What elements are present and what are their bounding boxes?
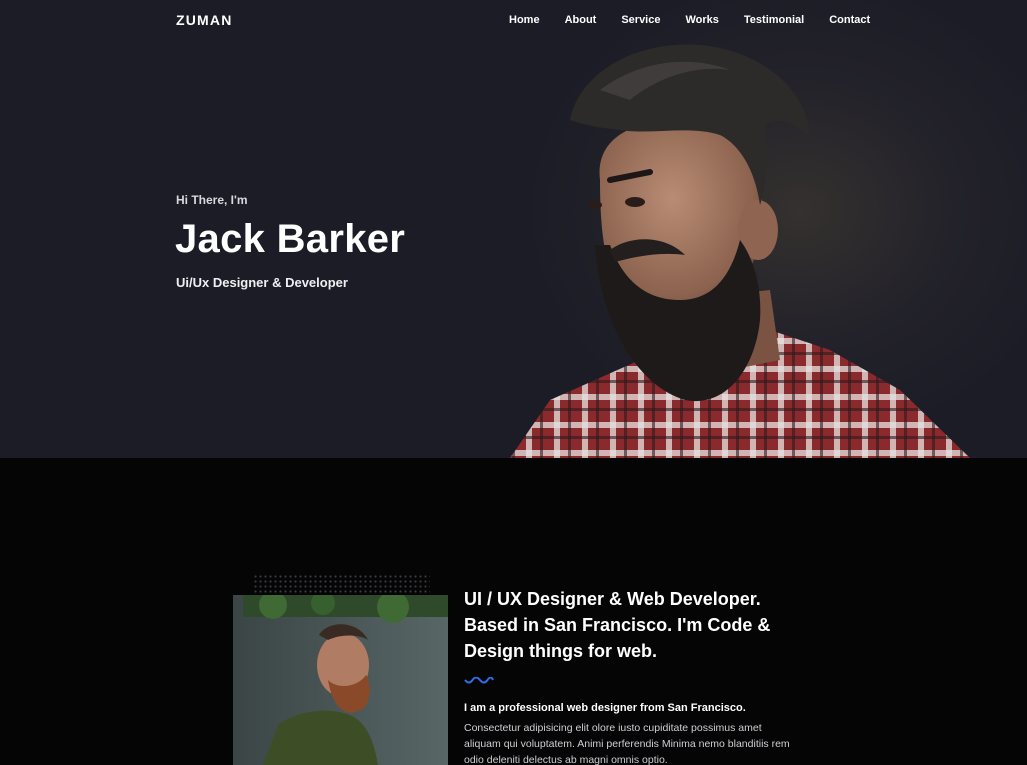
nav-about-link[interactable]: About: [565, 12, 597, 28]
hero-role-text: Ui/Ux Designer & Developer: [176, 275, 348, 290]
hero-section: ZUMAN Home About Service Works Testimoni…: [0, 0, 1027, 458]
nav-contact-link[interactable]: Contact: [829, 12, 870, 28]
about-body-text: Consectetur adipisicing elit olore iusto…: [464, 722, 790, 765]
site-logo[interactable]: ZUMAN: [176, 12, 233, 28]
about-heading: UI / UX Designer & Web Developer. Based …: [464, 589, 771, 661]
nav-works-link[interactable]: Works: [685, 12, 718, 28]
hero-portrait-image: [510, 44, 970, 458]
nav-home-link[interactable]: Home: [509, 12, 540, 28]
nav-testimonial-link[interactable]: Testimonial: [744, 12, 804, 28]
hero-name-heading: Jack Barker: [175, 217, 406, 261]
about-lead-text: I am a professional web designer from Sa…: [464, 702, 746, 714]
hero-intro-text: Hi There, I'm: [176, 193, 248, 207]
nav-service-link[interactable]: Service: [621, 12, 660, 28]
main-nav: Home About Service Works Testimonial Con…: [509, 12, 895, 28]
wave-divider-icon: [464, 677, 494, 684]
dot-pattern-decoration: [253, 574, 430, 594]
about-photo-image: [233, 595, 448, 765]
